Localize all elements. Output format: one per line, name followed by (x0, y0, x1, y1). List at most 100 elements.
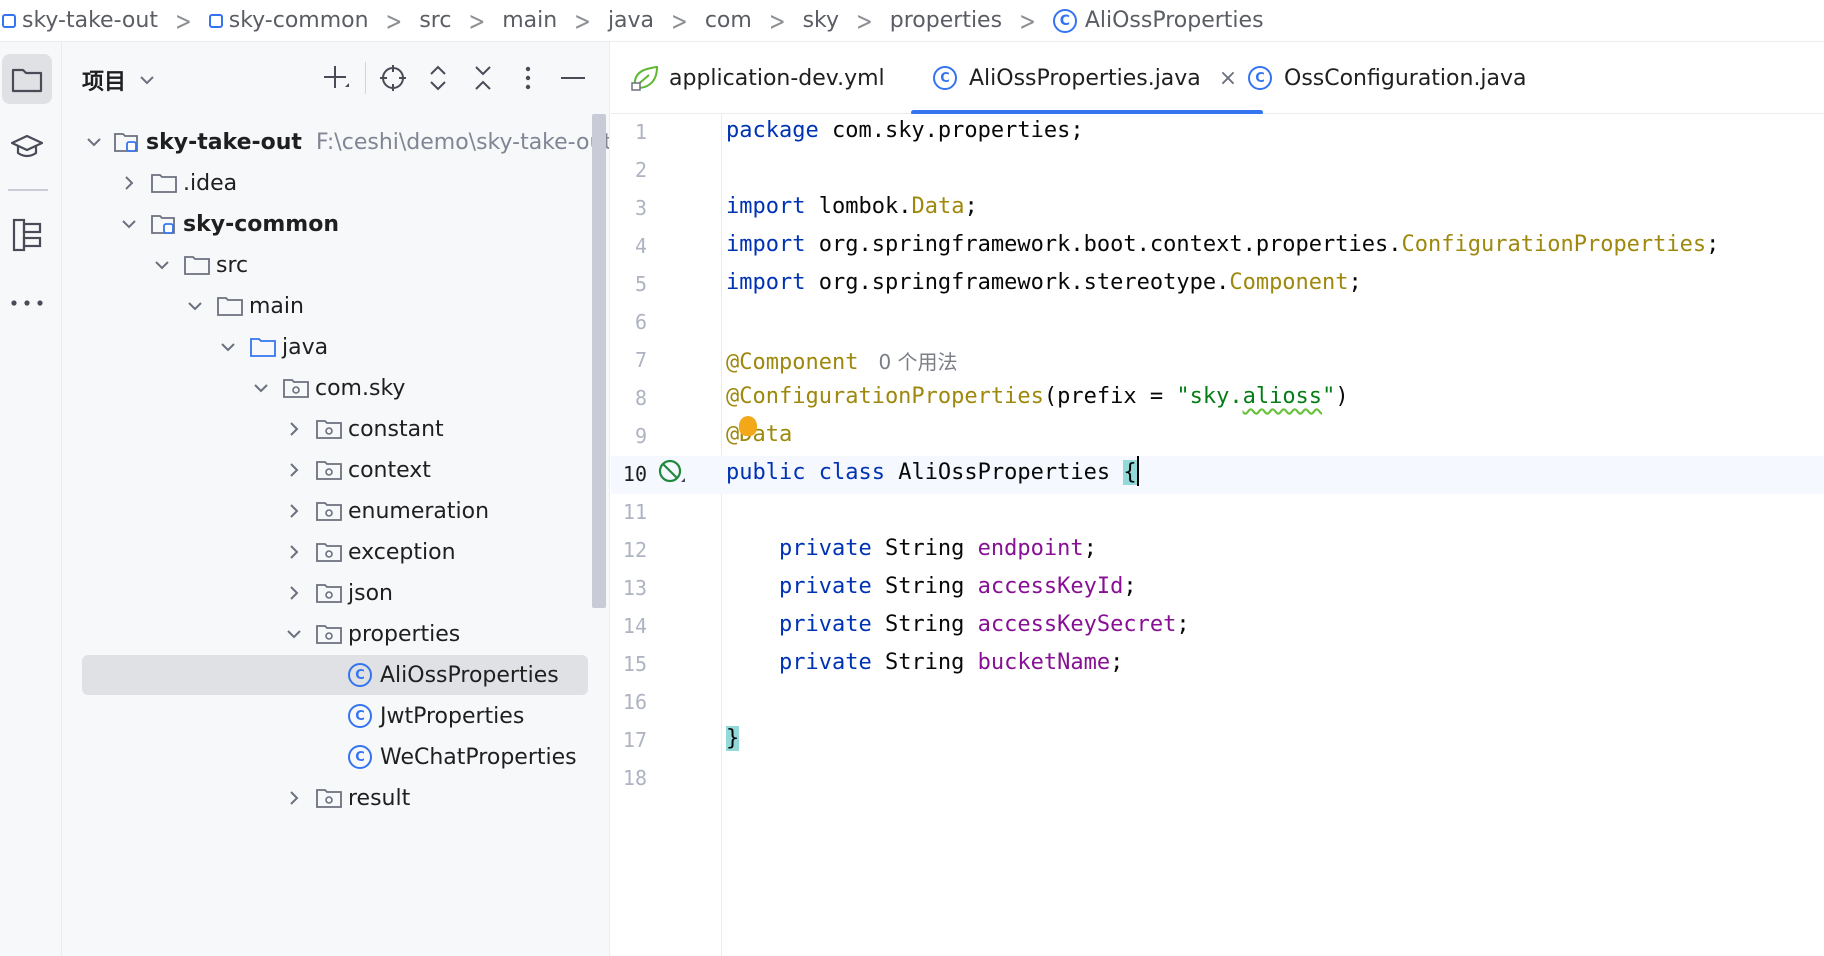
code-line[interactable]: 14 private String accessKeySecret; (611, 608, 1824, 646)
code-line[interactable]: 6 (611, 304, 1824, 342)
code-line[interactable]: 3 import lombok.Data; (611, 190, 1824, 228)
locate-button[interactable] (377, 62, 409, 94)
code-line[interactable]: 8 @ConfigurationProperties(prefix = "sky… (611, 380, 1824, 418)
close-icon[interactable]: × (1219, 66, 1237, 91)
code-line[interactable]: 13 private String accessKeyId; (611, 570, 1824, 608)
tree-item-src[interactable]: src (62, 245, 592, 285)
code-line-current[interactable]: 10 public class AliOssProperties { (611, 456, 1824, 494)
more-tool-button[interactable] (2, 278, 52, 328)
breadcrumb-item-aliossproperties[interactable]: C AliOssProperties (1052, 8, 1264, 33)
tree-item-label: sky-common (183, 211, 339, 237)
chevron-right-icon[interactable] (284, 419, 304, 439)
breadcrumb-item-sky[interactable]: sky (803, 8, 839, 33)
activity-bar (0, 42, 62, 956)
tree-item-json[interactable]: json (62, 573, 592, 613)
chevron-right-icon[interactable] (284, 788, 304, 808)
chevron-right-icon[interactable] (284, 542, 304, 562)
code-line[interactable]: 16 (611, 684, 1824, 722)
tree-item-result[interactable]: result (62, 778, 592, 818)
code-line[interactable]: 9 @Data (611, 418, 1824, 456)
module-folder-icon (151, 215, 175, 234)
breadcrumb-item-com[interactable]: com (705, 8, 752, 33)
code-line[interactable]: 7 @Component 0 个用法 (611, 342, 1824, 380)
tree-item-label: .idea (183, 170, 238, 196)
code-line[interactable]: 12 private String endpoint; (611, 532, 1824, 570)
tree-item-com-sky[interactable]: com.sky (62, 368, 592, 408)
add-button[interactable] (320, 62, 352, 94)
tree-item-sky-common[interactable]: sky-common (62, 204, 592, 244)
breadcrumb-item-main[interactable]: main (502, 8, 557, 33)
no-implementations-icon[interactable] (657, 458, 687, 488)
project-tool-button[interactable] (2, 54, 52, 104)
chevron-right-icon: > (768, 4, 786, 37)
breadcrumb-item-properties[interactable]: properties (890, 8, 1002, 33)
tree-item-idea[interactable]: .idea (62, 163, 592, 203)
project-panel-header: 项目 (62, 42, 609, 114)
class-icon: C (348, 745, 372, 769)
chevron-down-icon[interactable] (185, 296, 205, 316)
chevron-right-icon[interactable] (119, 173, 139, 193)
breadcrumb-item-java[interactable]: java (608, 8, 654, 33)
breadcrumb-item-sky-common[interactable]: sky-common (208, 8, 369, 33)
project-view-selector[interactable]: 项目 (82, 64, 156, 96)
tree-item-label: enumeration (348, 498, 490, 524)
collapse-all-icon (475, 66, 491, 90)
folder-icon (151, 174, 177, 193)
chevron-right-icon[interactable] (284, 583, 304, 603)
tab-ossconfiguration-java[interactable]: C OssConfiguration.java (1248, 42, 1527, 114)
chevron-down-icon[interactable] (86, 132, 102, 152)
structure-tool-button[interactable] (2, 210, 52, 260)
toolbar-divider (365, 62, 366, 94)
tree-item-context[interactable]: context (62, 450, 592, 490)
chevron-down-icon[interactable] (251, 378, 271, 398)
chevron-down-icon[interactable] (152, 255, 172, 275)
tree-item-sky-take-out[interactable]: sky-take-out F:\ceshi\demo\sky-take-out (62, 122, 609, 162)
tree-item-wechatproperties[interactable]: C WeChatProperties (62, 737, 592, 777)
module-icon (208, 13, 223, 28)
tree-item-properties[interactable]: properties (62, 614, 592, 654)
chevron-down-icon[interactable] (119, 214, 139, 234)
chevron-down-icon[interactable] (284, 624, 304, 644)
tree-item-main[interactable]: main (62, 286, 592, 326)
line-number: 10 (622, 462, 647, 486)
breadcrumb-item-sky-take-out[interactable]: sky-take-out (2, 8, 158, 33)
package-icon (283, 379, 309, 398)
tree-item-jwtproperties[interactable]: C JwtProperties (62, 696, 592, 736)
code-line[interactable]: 18 (611, 760, 1824, 798)
add-icon (324, 66, 349, 88)
code-line[interactable]: 5 import org.springframework.stereotype.… (611, 266, 1824, 304)
code-line[interactable]: 17 } (611, 722, 1824, 760)
lightbulb-icon[interactable] (739, 416, 757, 436)
code-line[interactable]: 2 (611, 152, 1824, 190)
tab-aliossproperties-java[interactable]: C AliOssProperties.java × (911, 42, 1264, 115)
tree-item-enumeration[interactable]: enumeration (62, 491, 592, 531)
chevron-right-icon[interactable] (284, 460, 304, 480)
tree-item-label: constant (348, 416, 444, 442)
tree-scrollbar[interactable] (592, 114, 606, 608)
usage-hint[interactable]: 0 个用法 (878, 350, 957, 374)
tab-application-dev-yml[interactable]: application-dev.yml (631, 42, 885, 114)
expand-all-button[interactable] (422, 62, 454, 94)
code-line[interactable]: 4 import org.springframework.boot.contex… (611, 228, 1824, 266)
options-button[interactable] (512, 62, 544, 94)
tree-item-label: java (282, 334, 329, 360)
chevron-down-icon[interactable] (218, 337, 238, 357)
tree-item-exception[interactable]: exception (62, 532, 592, 572)
code-line[interactable]: 15 private String bucketName; (611, 646, 1824, 684)
line-number: 17 (622, 728, 647, 752)
hide-panel-button[interactable] (557, 62, 589, 94)
code-editor[interactable]: 1 package com.sky.properties; 2 3 import… (611, 114, 1824, 956)
chevron-right-icon: > (385, 4, 403, 37)
spring-yaml-icon (631, 65, 659, 91)
code-line[interactable]: 11 (611, 494, 1824, 532)
tree-item-aliossproperties[interactable]: C AliOssProperties (82, 655, 588, 695)
code-line[interactable]: 1 package com.sky.properties; (611, 114, 1824, 152)
line-number: 11 (622, 500, 647, 524)
chevron-right-icon[interactable] (284, 501, 304, 521)
collapse-all-button[interactable] (467, 62, 499, 94)
tree-item-constant[interactable]: constant (62, 409, 592, 449)
chevron-down-icon (140, 76, 154, 85)
tree-item-java[interactable]: java (62, 327, 592, 367)
learn-tool-button[interactable] (2, 122, 52, 172)
breadcrumb-item-src[interactable]: src (419, 8, 451, 33)
